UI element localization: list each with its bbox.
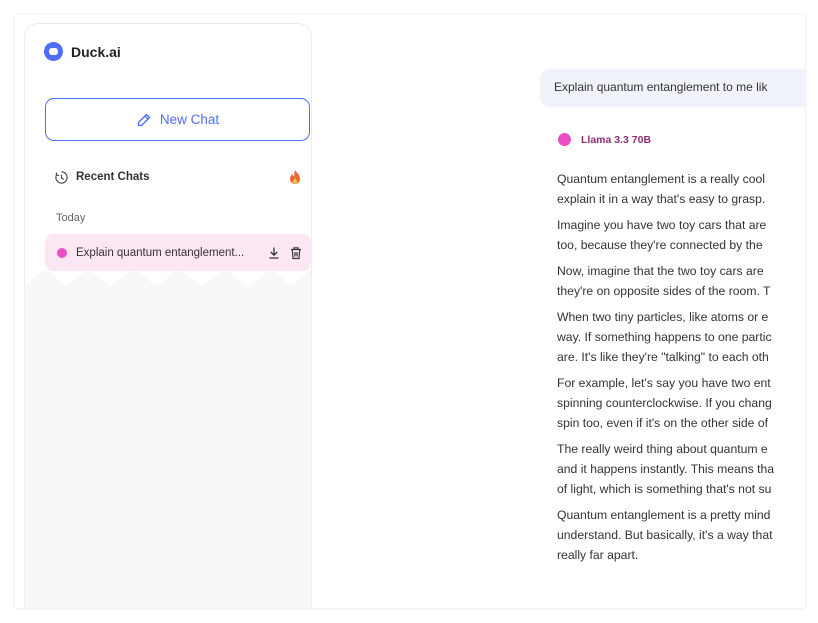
conversation-panel: Explain quantum entanglement to me lik L…	[325, 15, 805, 608]
answer-line: Quantum entanglement is a pretty mind	[557, 508, 771, 522]
duck-logo-icon	[44, 42, 63, 61]
answer-line: too, because they're connected by the	[557, 238, 763, 252]
answer-line: The really weird thing about quantum e	[557, 442, 768, 456]
answer-line: Imagine you have two toy cars that are	[557, 218, 767, 232]
app-window: Duck.ai New Chat Recent Chats Today Expl…	[15, 15, 805, 608]
answer-line: of light, which is something that's not …	[557, 482, 772, 496]
recent-chats-header: Recent Chats	[54, 169, 302, 185]
answer-paragraph: Quantum entanglement is a pretty mind un…	[557, 505, 805, 565]
fire-icon[interactable]	[288, 169, 302, 185]
brand[interactable]: Duck.ai	[44, 42, 121, 61]
answer-line: way. If something happens to one partic	[557, 330, 772, 344]
answer-line: Quantum entanglement is a really cool	[557, 172, 765, 186]
user-message: Explain quantum entanglement to me lik	[540, 69, 805, 107]
chat-title: Explain quantum entanglement...	[76, 246, 245, 259]
model-dot	[558, 133, 571, 146]
answer-line: For example, let's say you have two ent	[557, 376, 771, 390]
answer-line: really far apart.	[557, 548, 639, 562]
answer-line: spinning counterclockwise. If you chang	[557, 396, 772, 410]
model-header: Llama 3.3 70B	[558, 133, 651, 146]
answer-line: understand. But basically, it's a way th…	[557, 528, 773, 542]
answer-line: explain it in a way that's easy to grasp…	[557, 192, 766, 206]
section-label-today: Today	[56, 212, 86, 224]
chat-model-dot	[57, 247, 67, 258]
answer-line: and it happens instantly. This means tha	[557, 462, 775, 476]
pencil-icon	[137, 113, 151, 126]
recent-chats-label: Recent Chats	[76, 171, 150, 183]
new-chat-label: New Chat	[159, 112, 220, 127]
answer-paragraph: Quantum entanglement is a really cool ex…	[557, 169, 805, 209]
download-icon[interactable]	[267, 246, 281, 260]
model-name: Llama 3.3 70B	[581, 133, 652, 146]
answer-paragraph: Imagine you have two toy cars that are t…	[557, 215, 805, 255]
answer-line: they're on opposite sides of the room. T	[557, 284, 771, 298]
sidebar: Duck.ai New Chat Recent Chats Today Expl…	[24, 23, 312, 608]
answer-line: are. It's like they're "talking" to each…	[557, 350, 769, 364]
answer-line: When two tiny particles, like atoms or e	[557, 310, 769, 324]
answer-paragraph: For example, let's say you have two ent …	[557, 373, 805, 433]
clock-icon	[55, 170, 68, 184]
answer-paragraph: Now, imagine that the two toy cars are t…	[557, 261, 805, 301]
answer-paragraph: The really weird thing about quantum e a…	[557, 439, 805, 499]
chat-list-item[interactable]: Explain quantum entanglement...	[45, 234, 311, 271]
trash-icon[interactable]	[289, 246, 303, 260]
answer-line: spin too, even if it's on the other side…	[557, 416, 768, 430]
answer-line: Now, imagine that the two toy cars are	[557, 264, 764, 278]
brand-name: Duck.ai	[71, 43, 121, 60]
assistant-answer: Quantum entanglement is a really cool ex…	[557, 169, 805, 571]
new-chat-button[interactable]: New Chat	[45, 98, 310, 141]
answer-paragraph: When two tiny particles, like atoms or e…	[557, 307, 805, 367]
